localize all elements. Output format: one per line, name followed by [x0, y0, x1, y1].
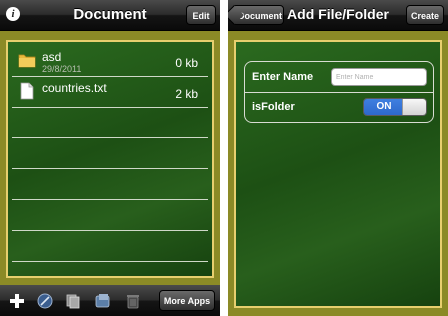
- file-size: 2 kb: [175, 87, 198, 101]
- more-apps-button[interactable]: More Apps: [159, 290, 215, 311]
- name-input[interactable]: [331, 68, 427, 86]
- document-navbar: i Document Edit: [0, 0, 220, 31]
- form-board: Enter Name isFolder ON: [234, 40, 442, 308]
- add-navbar: Document Add File/Folder Create: [228, 0, 448, 31]
- file-row-asd[interactable]: asd 29/8/2011 0 kb: [12, 46, 208, 77]
- list-separator: [12, 261, 208, 262]
- add-icon[interactable]: [8, 292, 26, 310]
- move-icon[interactable]: [94, 292, 112, 310]
- file-name: asd: [42, 50, 62, 64]
- is-folder-toggle[interactable]: ON: [363, 98, 427, 116]
- add-file-folder-screen: Document Add File/Folder Create Enter Na…: [228, 0, 448, 316]
- bottom-toolbar: More Apps: [0, 285, 220, 316]
- copy-icon[interactable]: [64, 292, 82, 310]
- list-separator: [12, 230, 208, 231]
- edit-button[interactable]: Edit: [186, 5, 216, 25]
- document-frame: asd 29/8/2011 0 kb countries.txt 2 kb: [0, 31, 220, 285]
- enter-name-label: Enter Name: [252, 71, 314, 83]
- list-separator: [12, 168, 208, 169]
- is-folder-label: isFolder: [252, 101, 295, 113]
- trash-icon[interactable]: [124, 292, 142, 310]
- add-frame: Enter Name isFolder ON: [228, 31, 448, 316]
- form-divider: [245, 92, 433, 93]
- form-group: Enter Name isFolder ON: [244, 61, 434, 123]
- add-title: Add File/Folder: [287, 6, 389, 22]
- list-separator: [12, 199, 208, 200]
- file-size: 0 kb: [175, 56, 198, 70]
- toggle-knob: [402, 99, 426, 115]
- create-button[interactable]: Create: [406, 5, 444, 25]
- file-date: 29/8/2011: [42, 64, 82, 74]
- document-screen: i Document Edit asd 29/8/2011 0 kb count…: [0, 0, 220, 316]
- folder-icon: [18, 54, 36, 68]
- document-icon: [20, 82, 34, 100]
- file-name: countries.txt: [42, 81, 107, 95]
- paste-icon[interactable]: [36, 292, 54, 310]
- list-separator: [12, 137, 208, 138]
- file-row-countries[interactable]: countries.txt 2 kb: [12, 77, 208, 108]
- toggle-on-label: ON: [364, 99, 404, 115]
- file-list: asd 29/8/2011 0 kb countries.txt 2 kb: [6, 40, 214, 278]
